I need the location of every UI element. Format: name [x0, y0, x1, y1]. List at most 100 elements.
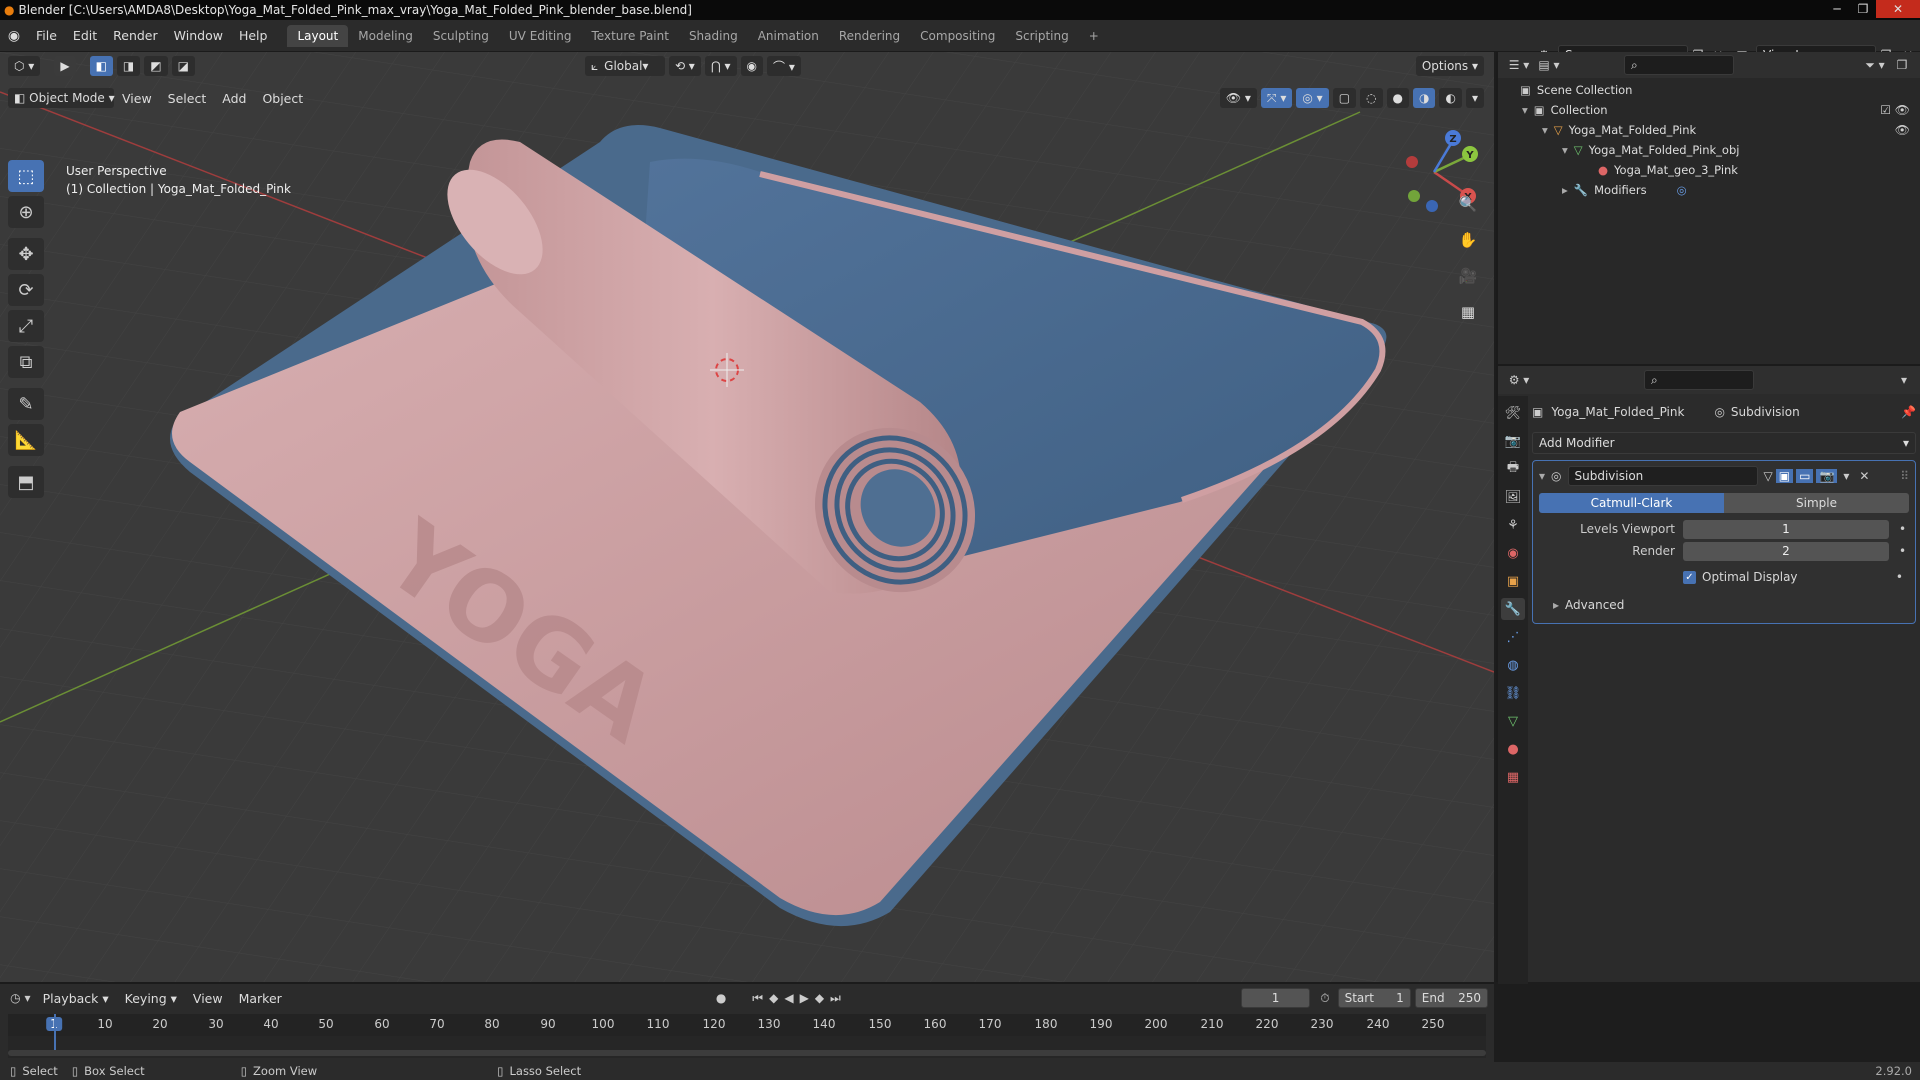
falloff-icon[interactable]: ⌒ ▾: [767, 56, 801, 76]
output-tab-icon[interactable]: 🖶: [1501, 458, 1525, 480]
timeline-menu-keying[interactable]: Keying ▾: [117, 991, 185, 1006]
proportional-edit-icon[interactable]: ◉: [740, 56, 764, 76]
transform-orientation-dropdown[interactable]: ⟀ Global ▾: [584, 56, 665, 76]
add-modifier-dropdown[interactable]: Add Modifier ▾: [1532, 432, 1916, 454]
tab-texture-paint[interactable]: Texture Paint: [582, 25, 679, 47]
xray-icon[interactable]: ▢: [1332, 88, 1357, 108]
drag-handle-icon[interactable]: ⠿: [1900, 469, 1909, 483]
cursor-tool-icon[interactable]: ⊕: [8, 196, 44, 228]
keyframe-dot-icon[interactable]: •: [1899, 522, 1906, 536]
properties-options-icon[interactable]: ▾: [1894, 373, 1914, 387]
select-mode-new-icon[interactable]: ◧: [89, 56, 113, 76]
world-tab-icon[interactable]: ◉: [1501, 542, 1525, 564]
tab-compositing[interactable]: Compositing: [910, 25, 1005, 47]
select-mode-intersect-icon[interactable]: ◪: [171, 56, 195, 76]
editor-type-icon[interactable]: ⬡ ▾: [8, 56, 41, 76]
select-mode-subtract-icon[interactable]: ◩: [144, 56, 168, 76]
shading-options-icon[interactable]: ▾: [1465, 88, 1484, 108]
shading-rendered-icon[interactable]: ◐: [1439, 88, 1462, 108]
filter-icon[interactable]: ⏷ ▾: [1860, 58, 1890, 73]
pin-icon[interactable]: 📌: [1901, 405, 1916, 419]
view-layer-tab-icon[interactable]: 🖼: [1501, 486, 1525, 508]
menu-file[interactable]: File: [28, 28, 65, 43]
edit-mode-toggle-icon[interactable]: ▽: [1764, 469, 1773, 483]
menu-help[interactable]: Help: [231, 28, 276, 43]
viewport-toggle-icon[interactable]: ▭: [1796, 469, 1814, 483]
outliner-editor-icon[interactable]: ☰ ▾: [1504, 58, 1534, 72]
play-reverse-icon[interactable]: ◀: [784, 991, 793, 1005]
tool-tab-icon[interactable]: 🛠: [1501, 402, 1525, 424]
object-visibility-icon[interactable]: 👁: [1895, 123, 1910, 137]
timeline-editor-icon[interactable]: ◷ ▾: [6, 991, 35, 1005]
timeline-menu-playback[interactable]: Playback ▾: [35, 991, 117, 1006]
catmull-clark-option[interactable]: Catmull-Clark: [1539, 493, 1724, 513]
keyframe-dot-icon[interactable]: •: [1896, 570, 1903, 584]
advanced-subpanel[interactable]: ▸ Advanced: [1539, 595, 1909, 615]
transform-tool-icon[interactable]: ⧉: [8, 346, 44, 378]
annotate-tool-icon[interactable]: ✎: [8, 388, 44, 420]
timeline-track-area[interactable]: [8, 1014, 1486, 1058]
expand-arrow-icon[interactable]: ▾: [1542, 123, 1548, 137]
tab-rendering[interactable]: Rendering: [829, 25, 910, 47]
properties-editor-icon[interactable]: ⚙ ▾: [1504, 373, 1534, 387]
timeline-menu-view[interactable]: View: [185, 991, 231, 1006]
jump-start-icon[interactable]: ⏮: [752, 991, 763, 1006]
data-tab-icon[interactable]: ▽: [1501, 710, 1525, 732]
record-icon[interactable]: ●: [716, 991, 726, 1005]
viewport-menu-view[interactable]: View: [114, 91, 160, 106]
outliner-row-material[interactable]: ● Yoga_Mat_geo_3_Pink: [1498, 160, 1920, 180]
maximize-icon[interactable]: ❐: [1850, 0, 1876, 18]
shading-solid-icon[interactable]: ●: [1386, 88, 1409, 108]
pan-hand-icon[interactable]: ✋: [1454, 226, 1482, 254]
modifier-name-field[interactable]: Subdivision: [1567, 466, 1758, 486]
gizmo-x-neg[interactable]: [1406, 156, 1418, 168]
current-frame-field[interactable]: 1: [1240, 988, 1311, 1008]
move-tool-icon[interactable]: ✥: [8, 238, 44, 270]
optimal-display-checkbox[interactable]: ✓: [1683, 570, 1696, 584]
tweak-select-icon[interactable]: ⬚: [8, 160, 44, 192]
rotate-tool-icon[interactable]: ⟳: [8, 274, 44, 306]
select-mode-extend-icon[interactable]: ◨: [116, 56, 141, 76]
render-levels-field[interactable]: 2: [1683, 541, 1889, 561]
tab-animation[interactable]: Animation: [748, 25, 829, 47]
3d-viewport[interactable]: YOGA ⬡ ▾ ▶ ◧ ◨ ◩ ◪ ⟀ Global ▾ ⟲ ▾ ⋂ ▾ ◉ …: [0, 52, 1494, 982]
viewport-menu-select[interactable]: Select: [160, 91, 215, 106]
tab-uv-editing[interactable]: UV Editing: [499, 25, 582, 47]
menu-edit[interactable]: Edit: [65, 28, 105, 43]
timeline-scrollbar[interactable]: [8, 1050, 1486, 1056]
levels-viewport-field[interactable]: 1: [1683, 519, 1889, 539]
start-frame-field[interactable]: Start 1: [1337, 988, 1411, 1008]
overlay-toggle-icon[interactable]: ◎ ▾: [1296, 88, 1329, 108]
menu-window[interactable]: Window: [166, 28, 231, 43]
expand-arrow-icon[interactable]: ▾: [1562, 143, 1568, 157]
material-tab-icon[interactable]: ●: [1501, 738, 1525, 760]
render-toggle-icon[interactable]: 📷: [1816, 469, 1838, 483]
collection-visibility-icon[interactable]: ☑ 👁: [1880, 103, 1910, 117]
viewport-menu-object[interactable]: Object: [254, 91, 311, 106]
outliner-row-object[interactable]: ▾ ▽ Yoga_Mat_Folded_Pink 👁: [1498, 120, 1920, 140]
prev-keyframe-icon[interactable]: ◆: [769, 991, 778, 1005]
mode-dropdown[interactable]: ◧ Object Mode ▾: [8, 88, 115, 108]
texture-tab-icon[interactable]: ▦: [1501, 766, 1525, 788]
outliner-row-modifiers[interactable]: ▸ 🔧 Modifiers ◎: [1498, 180, 1920, 200]
new-collection-icon[interactable]: ❐: [1890, 58, 1914, 72]
next-keyframe-icon[interactable]: ◆: [815, 991, 824, 1005]
render-tab-icon[interactable]: 📷: [1501, 430, 1525, 452]
tab-scripting[interactable]: Scripting: [1005, 25, 1078, 47]
select-tool-icon[interactable]: ▶: [54, 56, 76, 76]
pivot-point-icon[interactable]: ⟲ ▾: [668, 56, 701, 76]
add-cube-tool-icon[interactable]: ⬒: [8, 466, 44, 498]
outliner-row-mesh[interactable]: ▾ ▽ Yoga_Mat_Folded_Pink_obj: [1498, 140, 1920, 160]
blender-menu-icon[interactable]: ◉: [0, 28, 28, 44]
snap-icon[interactable]: ⋂ ▾: [704, 56, 737, 76]
visibility-icon[interactable]: 👁 ▾: [1219, 88, 1257, 108]
keyframe-dot-icon[interactable]: •: [1899, 544, 1906, 558]
modifier-tab-icon[interactable]: 🔧: [1501, 598, 1525, 620]
tab-modeling[interactable]: Modeling: [348, 25, 423, 47]
outliner-search[interactable]: ⌕: [1624, 55, 1734, 75]
remove-modifier-icon[interactable]: ✕: [1859, 469, 1869, 483]
options-dropdown[interactable]: Options ▾: [1415, 56, 1484, 76]
frame-ruler[interactable]: 1 10 20 30 40 50 60 70 80 90 100 110 120…: [8, 1014, 1486, 1036]
cage-toggle-icon[interactable]: ▣: [1775, 469, 1794, 483]
constraints-tab-icon[interactable]: ⛓: [1501, 682, 1525, 704]
